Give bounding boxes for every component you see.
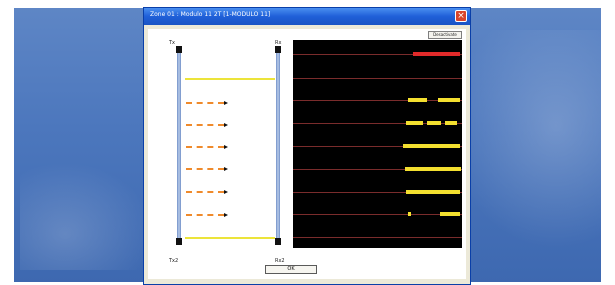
beam-arrow [186,146,224,149]
timeline-row-line [293,237,462,238]
arrow-head-icon [224,101,228,105]
beam-arrow [186,102,224,105]
beam-line [185,237,275,239]
arrow-head-icon [224,145,228,149]
active-segment [408,212,411,216]
active-segment [403,144,460,148]
beam-timeline-chart [293,40,462,248]
sensor-diagram: Tx Rx Tx2 Rx2 [169,40,288,264]
receiver-top-cap [275,46,281,53]
transmitter-top-cap [176,46,182,53]
beam-arrow [186,214,224,217]
close-button[interactable]: × [455,10,467,22]
active-segment [440,212,460,216]
active-segment [408,98,427,102]
timeline-row-line [293,78,462,79]
window-titlebar[interactable]: Zone 01 : Modulo 11 2T [1-MODULO 11] × [144,8,470,25]
beam-arrow [186,191,224,194]
deactivate-button[interactable]: Desactivate [428,31,462,39]
timeline-row-line [293,214,462,215]
close-icon: × [457,11,465,21]
arrow-head-icon [224,190,228,194]
beam-line [185,78,275,80]
arrow-head-icon [224,213,228,217]
rx2-label: Rx2 [275,258,285,264]
active-segment [405,167,461,171]
tx2-label: Tx2 [169,258,179,264]
transmitter-bottom-cap [176,238,182,245]
beam-arrow [186,124,224,127]
active-segment [445,121,457,125]
tx-label: Tx [169,40,176,46]
window-title: Zone 01 : Modulo 11 2T [1-MODULO 11] [150,11,271,18]
transmitter-column [177,50,181,242]
ok-button[interactable]: OK [265,265,317,274]
page-left-margin [0,8,14,282]
active-segment [427,121,441,125]
active-segment [406,121,423,125]
arrow-head-icon [224,123,228,127]
active-segment [406,190,460,194]
receiver-column [276,50,280,242]
zone-monitor-window: Zone 01 : Modulo 11 2T [1-MODULO 11] × D… [143,7,471,285]
arrow-head-icon [224,167,228,171]
alarm-segment [413,52,460,56]
receiver-bottom-cap [275,238,281,245]
beam-arrow [186,168,224,171]
active-segment [438,98,460,102]
timeline-row-line [293,100,462,101]
